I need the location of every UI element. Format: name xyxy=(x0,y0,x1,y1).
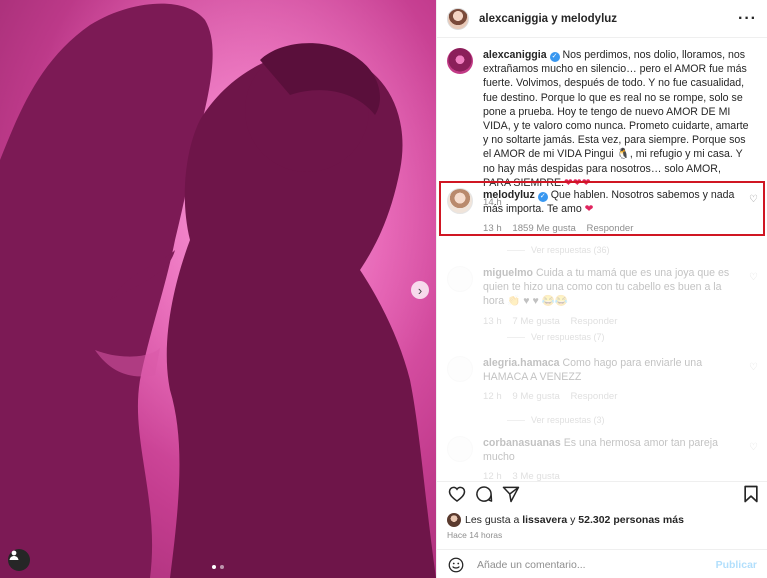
post-header: alexcaniggia y melodyluz ··· xyxy=(437,0,767,38)
comment-time[interactable]: 13 h xyxy=(483,316,502,327)
comments-list[interactable]: alexcaniggia ✓ Nos perdimos, nos dolio, … xyxy=(437,38,767,481)
share-icon[interactable] xyxy=(501,484,521,504)
comment-likes[interactable]: 7 Me gusta xyxy=(512,316,559,327)
verified-badge-icon: ✓ xyxy=(549,52,560,62)
reply-button[interactable]: Responder xyxy=(571,391,618,402)
chevron-right-icon[interactable]: › xyxy=(411,281,429,299)
comment-item: alegria.hamaca Como hago para enviarle u… xyxy=(437,356,767,405)
avatar[interactable] xyxy=(447,266,473,292)
avatar[interactable] xyxy=(447,188,473,214)
comment-likes[interactable]: 1859 Me gusta xyxy=(512,223,575,234)
comment-heart-emoji: ❤ xyxy=(584,203,594,216)
bookmark-icon[interactable] xyxy=(742,484,760,504)
like-comment-heart-icon[interactable]: ♡ xyxy=(749,442,758,453)
likes-prefix: Les gusta a xyxy=(465,514,520,526)
caption-username[interactable]: alexcaniggia xyxy=(483,49,547,61)
comment-username[interactable]: corbanasuanas xyxy=(483,437,561,449)
avatar[interactable] xyxy=(447,356,473,382)
action-row xyxy=(437,484,767,506)
avatar[interactable] xyxy=(447,48,473,74)
comment-icon[interactable] xyxy=(474,484,494,504)
post-side-panel: alexcaniggia y melodyluz ··· alexcaniggi… xyxy=(436,0,767,578)
comment-likes[interactable]: 9 Me gusta xyxy=(512,391,559,402)
tagged-users-icon[interactable] xyxy=(8,549,30,571)
more-options-icon[interactable]: ··· xyxy=(738,10,757,28)
heart-icon[interactable] xyxy=(447,484,467,504)
view-replies[interactable]: Ver respuestas (36) xyxy=(507,245,610,255)
silhouette-image xyxy=(0,0,436,578)
comment-likes[interactable]: 3 Me gusta xyxy=(512,471,559,481)
view-replies[interactable]: Ver respuestas (7) xyxy=(507,332,605,342)
likes-count[interactable]: 52.302 personas más xyxy=(578,514,684,526)
post-actions: Les gusta a lissavera y 52.302 personas … xyxy=(437,481,767,578)
comment-time[interactable]: 13 h xyxy=(483,223,502,234)
emoji-icon[interactable] xyxy=(447,556,465,574)
reply-button[interactable]: Responder xyxy=(587,223,634,234)
comment-input[interactable] xyxy=(477,558,697,571)
post-photo[interactable]: › xyxy=(0,0,436,578)
comment-item: corbanasuanas Es una hermosa amor tan pa… xyxy=(437,436,767,481)
comment-time[interactable]: 12 h xyxy=(483,391,502,402)
reply-button[interactable]: Responder xyxy=(571,316,618,327)
avatar[interactable] xyxy=(447,7,469,30)
like-comment-heart-icon[interactable]: ♡ xyxy=(749,272,758,283)
likes-summary[interactable]: Les gusta a lissavera y 52.302 personas … xyxy=(447,513,684,527)
avatar[interactable] xyxy=(447,436,473,462)
add-comment-bar: Publicar xyxy=(437,549,767,578)
liker-avatar xyxy=(447,513,461,527)
like-comment-heart-icon[interactable]: ♡ xyxy=(749,362,758,373)
comment-username[interactable]: alegria.hamaca xyxy=(483,357,560,369)
carousel-dots xyxy=(212,565,224,569)
publish-button[interactable]: Publicar xyxy=(716,559,757,571)
comment-time[interactable]: 12 h xyxy=(483,471,502,481)
likes-first-user[interactable]: lissavera xyxy=(522,514,567,526)
post-time[interactable]: Hace 14 horas xyxy=(447,530,502,540)
carousel-dot xyxy=(220,565,224,569)
like-comment-heart-icon[interactable]: ♡ xyxy=(749,194,758,205)
comment-item: miguelmo Cuida a tu mamá que es una joya… xyxy=(437,266,767,329)
comment-username[interactable]: melodyluz xyxy=(483,189,535,201)
comment-melodyluz: melodyluz ✓ Que hablen. Nosotros sabemos… xyxy=(437,188,767,237)
caption-text: Nos perdimos, nos dolio, lloramos, nos e… xyxy=(483,49,749,189)
verified-badge-icon: ✓ xyxy=(537,192,548,202)
comment-username[interactable]: miguelmo xyxy=(483,267,533,279)
view-replies[interactable]: Ver respuestas (3) xyxy=(507,415,605,425)
carousel-dot-active xyxy=(212,565,216,569)
header-username[interactable]: alexcaniggia y melodyluz xyxy=(479,13,617,25)
likes-middle: y xyxy=(570,514,576,526)
